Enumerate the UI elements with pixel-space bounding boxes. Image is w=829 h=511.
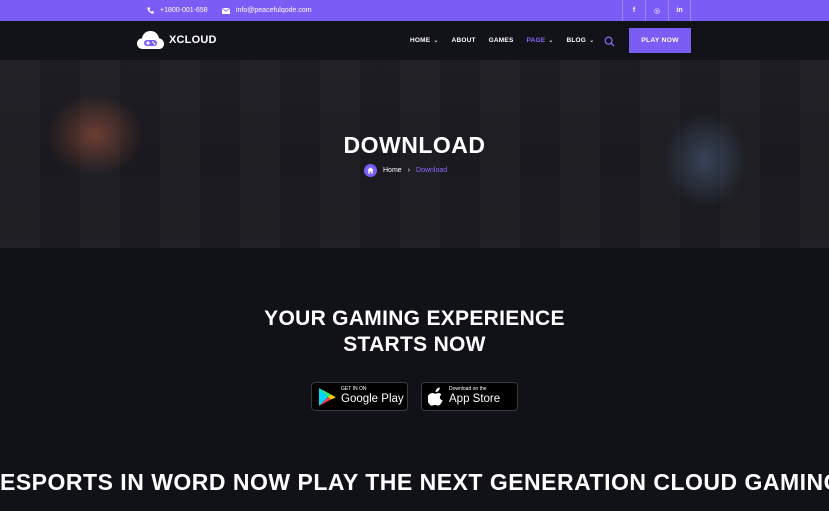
nav-item-label: PAGE [526,37,546,44]
google-play-icon [319,387,336,406]
nav-menu: HOME ⌄ ABOUT GAMES PAGE ⌄ BLOG ⌄ [410,21,607,60]
headline-line-2: STARTS NOW [343,333,486,356]
google-play-small-text: GET IN ON [341,386,367,393]
cloud-gamepad-icon [137,31,164,49]
phone-icon [147,7,154,14]
section-headline: YOUR GAMING EXPERIENCE STARTS NOW [0,306,829,358]
play-now-button[interactable]: PLAY NOW [629,28,691,53]
page-title: DOWNLOAD [343,132,486,158]
facebook-icon[interactable]: f [622,0,645,21]
breadcrumb: Home › Download [364,164,447,177]
nav-item-label: HOME [410,37,431,44]
main-nav: XCLOUD HOME ⌄ ABOUT GAMES PAGE ⌄ BLOG ⌄ … [0,21,829,60]
email-contact[interactable]: info@peacefulqode.com [222,0,312,21]
chevron-down-icon: ⌄ [548,38,554,44]
nav-item-label: ABOUT [451,37,476,44]
app-store-button[interactable]: Download on the App Store [421,382,518,411]
google-play-label: Google Play [341,393,404,406]
phone-contact[interactable]: +1800-001-658 [147,0,208,21]
app-store-label: App Store [449,393,501,406]
download-section: YOUR GAMING EXPERIENCE STARTS NOW GET IN… [0,248,829,511]
nav-item-page[interactable]: PAGE ⌄ [527,37,554,44]
phone-number: +1800-001-658 [160,7,208,14]
top-bar: +1800-001-658 info@peacefulqode.com f ◎ … [0,0,829,21]
chevron-down-icon: ⌄ [433,38,439,44]
site-logo[interactable]: XCLOUD [137,30,217,50]
instagram-icon[interactable]: ◎ [645,0,668,21]
nav-item-home[interactable]: HOME ⌄ [410,37,439,44]
email-address: info@peacefulqode.com [236,7,312,14]
breadcrumb-home[interactable]: Home [383,167,402,174]
google-play-button[interactable]: GET IN ON Google Play [311,382,408,411]
headline-line-1: YOUR GAMING EXPERIENCE [264,307,565,330]
page-hero: DOWNLOAD Home › Download [0,60,829,248]
apple-icon [428,387,443,406]
scrolling-marquee: ESPORTS IN WORD NOW PLAY THE NEXT GENERA… [0,469,829,495]
search-icon[interactable] [604,34,615,52]
nav-item-about[interactable]: ABOUT [452,37,476,44]
linkedin-icon[interactable]: in [668,0,691,21]
logo-text: XCLOUD [169,34,217,46]
chevron-right-icon: › [407,167,411,174]
social-links: f ◎ in [622,0,691,21]
nav-item-label: BLOG [566,37,587,44]
nav-item-blog[interactable]: BLOG ⌄ [566,37,594,44]
home-icon[interactable] [364,164,377,177]
app-store-small-text: Download on the [449,386,487,393]
breadcrumb-current: Download [416,167,448,174]
chevron-down-icon: ⌄ [589,38,595,44]
nav-item-games[interactable]: GAMES [489,37,514,44]
envelope-icon [222,7,230,14]
nav-item-label: GAMES [488,37,514,44]
